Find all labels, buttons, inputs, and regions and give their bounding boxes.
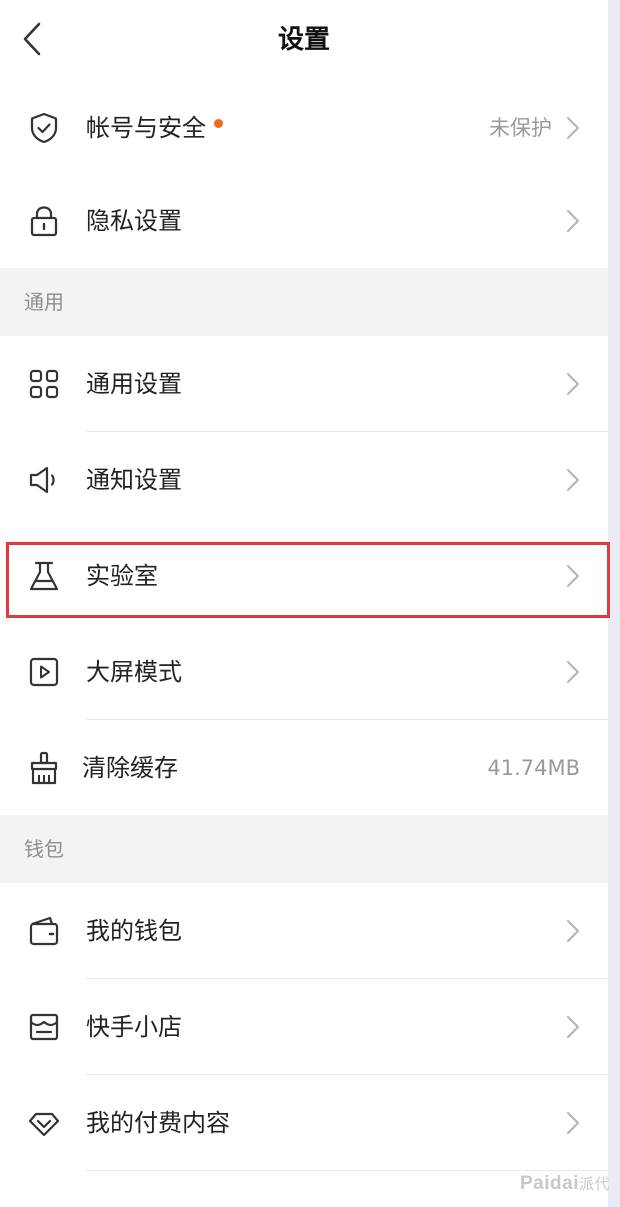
settings-item-label: 我的钱包 (86, 917, 182, 945)
section-title: 钱包 (24, 837, 64, 861)
store-icon (29, 1013, 59, 1041)
settings-item-general[interactable]: 通用设置 (0, 336, 608, 432)
cache-size-value: 41.74MB (487, 756, 580, 780)
chevron-right-icon (567, 661, 579, 683)
security-status-value: 未保护 (489, 116, 552, 140)
settings-item-label: 通知设置 (86, 466, 182, 494)
watermark: Paidai派代 (520, 1173, 610, 1195)
wallet-icon (29, 916, 59, 946)
watermark-suffix: 派代 (578, 1176, 610, 1193)
settings-item-big-screen[interactable]: 大屏模式 (0, 624, 608, 720)
chevron-left-icon (23, 22, 41, 56)
chevron-right-icon (567, 117, 579, 139)
settings-item-label: 清除缓存 (82, 754, 178, 782)
settings-item-label: 帐号与安全 (86, 114, 206, 142)
notification-dot (214, 118, 223, 128)
settings-item-my-wallet[interactable]: 我的钱包 (0, 883, 608, 979)
lock-icon (30, 206, 58, 237)
settings-item-label: 实验室 (86, 562, 158, 590)
chevron-right-icon (567, 469, 579, 491)
page-title: 设置 (277, 25, 330, 55)
shield-check-icon (30, 112, 58, 144)
diamond-icon (28, 1112, 60, 1137)
settings-page: 设置 帐号与安全 未保护 隐私设置 通用 通用设置 通知设置 实验室 大屏模式 … (0, 0, 608, 1207)
chevron-right-icon (567, 920, 579, 942)
section-header-general: 通用 (0, 268, 608, 336)
chevron-right-icon (567, 373, 579, 395)
settings-item-store[interactable]: 快手小店 (0, 979, 608, 1075)
section-header-wallet: 钱包 (0, 815, 608, 883)
settings-item-clear-cache[interactable]: 清除缓存 41.74MB (0, 720, 608, 816)
row-divider (86, 1170, 608, 1171)
grid-icon (29, 369, 59, 399)
flask-icon (29, 561, 59, 591)
speaker-icon (29, 466, 55, 494)
settings-item-paid-content[interactable]: 我的付费内容 (0, 1075, 608, 1171)
settings-item-label: 我的付费内容 (86, 1109, 230, 1137)
settings-item-label: 大屏模式 (86, 658, 182, 686)
settings-item-label: 隐私设置 (86, 207, 182, 235)
settings-item-lab[interactable]: 实验室 (0, 528, 608, 624)
broom-icon (30, 751, 58, 785)
chevron-right-icon (567, 1112, 579, 1134)
scroll-edge (608, 0, 620, 1207)
settings-item-label: 通用设置 (86, 370, 182, 398)
section-title: 通用 (24, 290, 64, 314)
chevron-right-icon (567, 1016, 579, 1038)
play-screen-icon (29, 657, 59, 687)
settings-item-label: 快手小店 (86, 1013, 182, 1041)
settings-item-privacy[interactable]: 隐私设置 (0, 173, 608, 269)
top-bar: 设置 (0, 0, 608, 81)
chevron-right-icon (567, 210, 579, 232)
back-button[interactable] (14, 18, 50, 60)
watermark-brand: Paidai (520, 1173, 579, 1194)
chevron-right-icon (567, 565, 579, 587)
settings-item-notification[interactable]: 通知设置 (0, 432, 608, 528)
settings-item-account-security[interactable]: 帐号与安全 未保护 (0, 80, 608, 176)
